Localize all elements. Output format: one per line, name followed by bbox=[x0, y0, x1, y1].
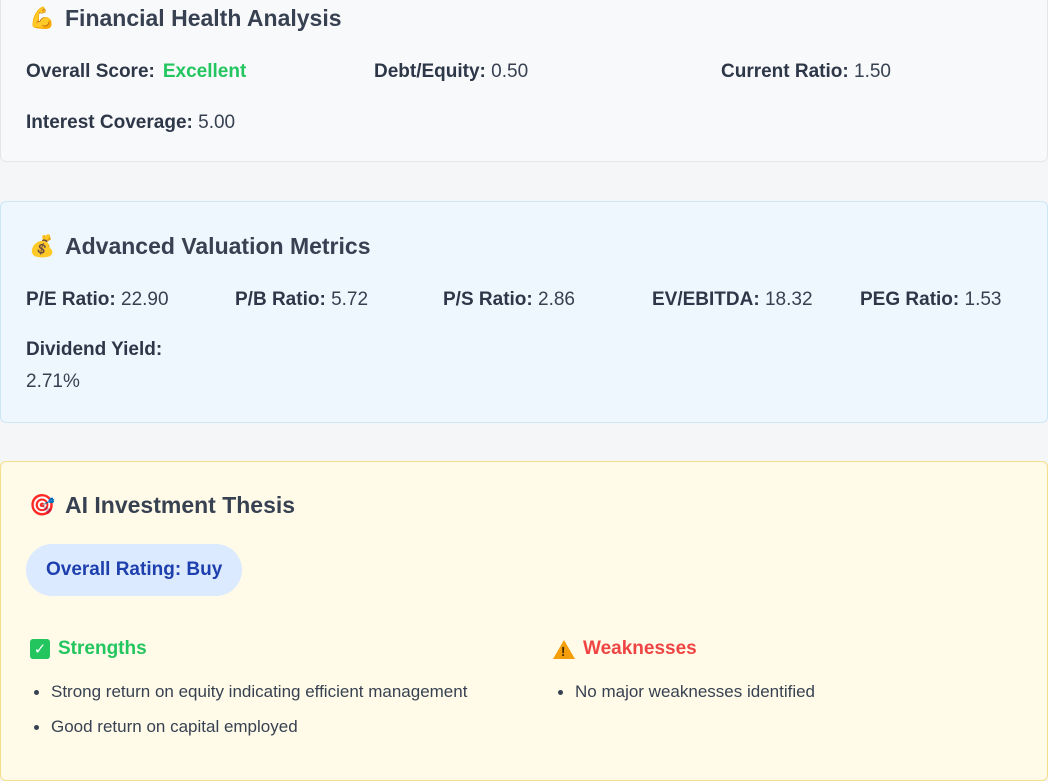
current-ratio: Current Ratio: 1.50 bbox=[721, 61, 891, 83]
thesis-title: 🎯 AI Investment Thesis bbox=[29, 492, 295, 519]
financial-health-title: 💪 Financial Health Analysis bbox=[29, 5, 342, 32]
target-icon: 🎯 bbox=[29, 493, 56, 517]
flexed-biceps-icon: 💪 bbox=[29, 6, 56, 30]
dividend-yield-label: Dividend Yield: bbox=[26, 339, 163, 360]
check-mark-icon: ✓ bbox=[30, 639, 50, 659]
dividend-yield-value: 2.71% bbox=[26, 371, 80, 392]
valuation-title: 💰 Advanced Valuation Metrics bbox=[29, 233, 370, 260]
strengths-list: Strong return on equity indicating effic… bbox=[27, 681, 467, 751]
overall-score-value: Excellent bbox=[162, 61, 247, 82]
ps-ratio-value: 2.86 bbox=[538, 289, 575, 310]
ev-ebitda-value: 18.32 bbox=[764, 289, 813, 310]
peg-ratio: PEG Ratio: 1.53 bbox=[860, 289, 1002, 311]
peg-ratio-value: 1.53 bbox=[964, 289, 1002, 310]
weaknesses-title: Weaknesses bbox=[583, 638, 697, 659]
valuation-metrics-card: 💰 Advanced Valuation Metrics P/E Ratio: … bbox=[0, 201, 1048, 423]
interest-coverage-label: Interest Coverage: bbox=[26, 112, 193, 133]
peg-ratio-label: PEG Ratio: bbox=[860, 289, 960, 310]
strengths-heading: ✓ Strengths bbox=[30, 638, 147, 660]
pb-ratio: P/B Ratio: 5.72 bbox=[235, 289, 368, 311]
current-ratio-label: Current Ratio: bbox=[721, 61, 849, 82]
financial-health-card: 💪 Financial Health Analysis Overall Scor… bbox=[0, 0, 1048, 162]
dividend-yield-label-wrap: Dividend Yield: bbox=[26, 339, 162, 361]
ps-ratio-label: P/S Ratio: bbox=[443, 289, 533, 310]
debt-equity: Debt/Equity: 0.50 bbox=[374, 61, 528, 83]
strengths-title: Strengths bbox=[58, 638, 147, 659]
list-item: No major weaknesses identified bbox=[551, 681, 815, 716]
investment-thesis-card: 🎯 AI Investment Thesis Overall Rating: B… bbox=[0, 461, 1048, 781]
debt-equity-label: Debt/Equity: bbox=[374, 61, 486, 82]
thesis-title-text: AI Investment Thesis bbox=[65, 492, 296, 518]
interest-coverage-value: 5.00 bbox=[198, 112, 236, 133]
ev-ebitda-label: EV/EBITDA: bbox=[652, 289, 760, 310]
dividend-yield-value-wrap: 2.71% bbox=[26, 371, 80, 393]
ps-ratio: P/S Ratio: 2.86 bbox=[443, 289, 575, 311]
debt-equity-value: 0.50 bbox=[491, 61, 529, 82]
pe-ratio: P/E Ratio: 22.90 bbox=[26, 289, 169, 311]
interest-coverage: Interest Coverage: 5.00 bbox=[26, 112, 235, 134]
pe-ratio-value: 22.90 bbox=[121, 289, 169, 310]
overall-score-label: Overall Score: bbox=[26, 61, 155, 82]
financial-health-title-text: Financial Health Analysis bbox=[65, 5, 342, 31]
list-item: Good return on capital employed bbox=[27, 716, 467, 751]
overall-score: Overall Score: Excellent bbox=[26, 61, 246, 83]
money-bag-icon: 💰 bbox=[29, 234, 56, 258]
pe-ratio-label: P/E Ratio: bbox=[26, 289, 116, 310]
valuation-title-text: Advanced Valuation Metrics bbox=[65, 233, 371, 259]
weaknesses-list: No major weaknesses identified bbox=[551, 681, 815, 716]
pb-ratio-value: 5.72 bbox=[331, 289, 369, 310]
ev-ebitda: EV/EBITDA: 18.32 bbox=[652, 289, 813, 311]
pb-ratio-label: P/B Ratio: bbox=[235, 289, 326, 310]
weaknesses-heading: Weaknesses bbox=[553, 638, 697, 660]
list-item: Strong return on equity indicating effic… bbox=[27, 681, 467, 716]
warning-icon bbox=[553, 639, 575, 659]
overall-rating-badge: Overall Rating: Buy bbox=[26, 544, 243, 596]
current-ratio-value: 1.50 bbox=[854, 61, 891, 82]
